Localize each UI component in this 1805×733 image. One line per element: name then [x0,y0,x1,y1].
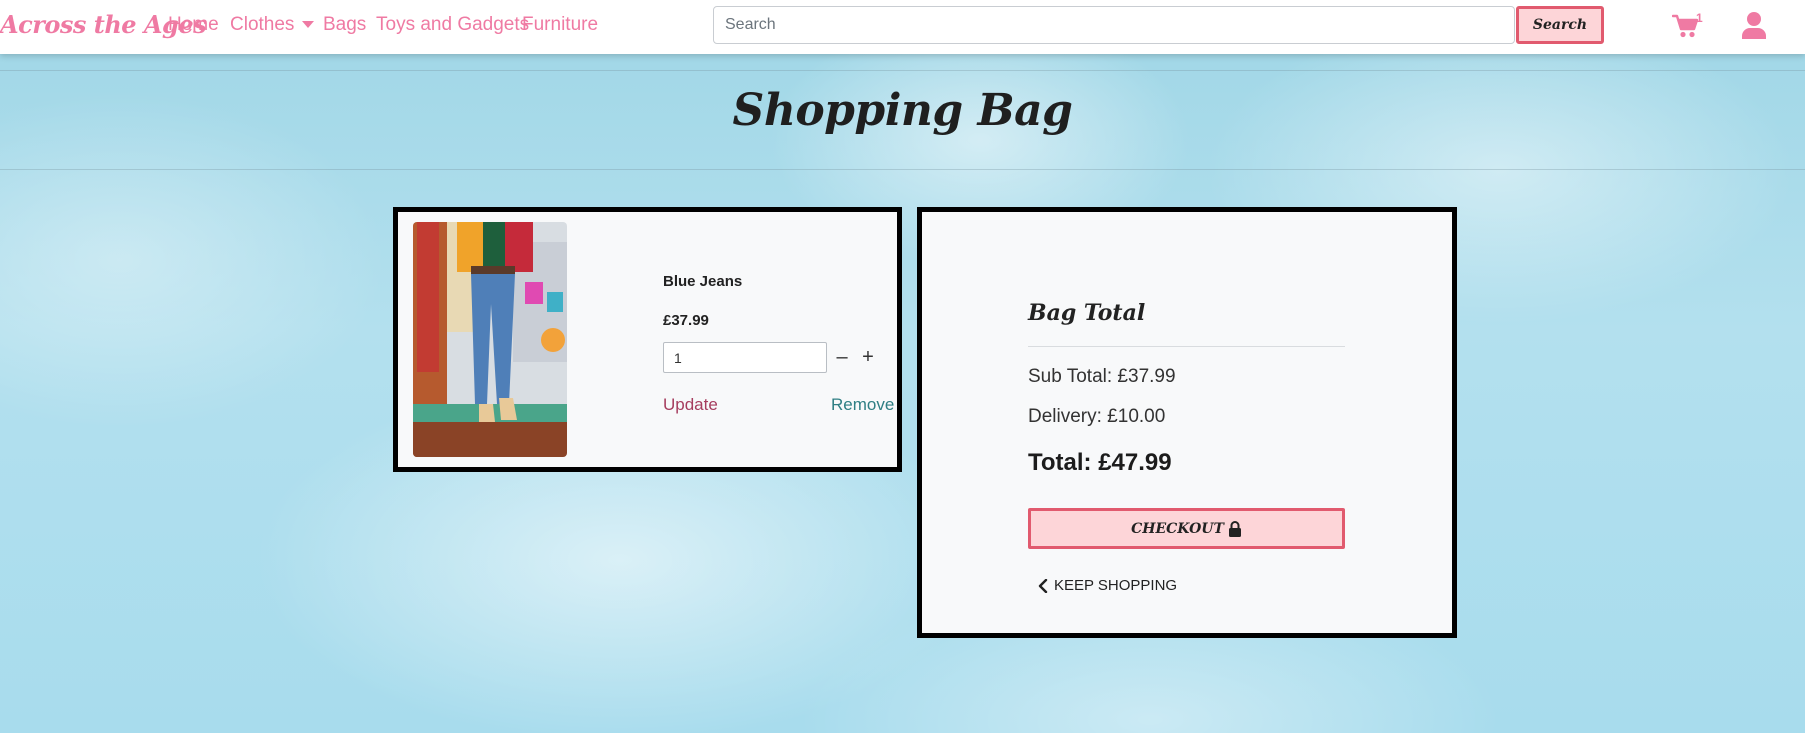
cart-count-badge: 1 [1696,11,1703,25]
nav-clothes-dropdown[interactable]: Clothes [230,14,315,36]
decrement-quantity-button[interactable]: – [831,344,853,370]
nav-toys-and-gadgets[interactable]: Toys and Gadgets [376,14,529,36]
checkout-label: CHECKOUT [1131,520,1224,537]
shopping-cart-link[interactable]: 1 [1671,11,1704,43]
caret-down-icon [302,21,315,29]
keep-shopping-label: KEEP SHOPPING [1054,577,1178,594]
top-navbar: Across the Ages Home Clothes Bags Toys a… [0,0,1805,54]
grand-total-text: Total: £47.99 [1028,449,1172,476]
divider [1028,346,1345,347]
lock-icon [1228,520,1241,537]
nav-clothes-label: Clothes [230,14,295,35]
remove-item-link[interactable]: Remove [831,395,894,415]
delivery-text: Delivery: £10.00 [1028,406,1166,427]
increment-quantity-button[interactable]: + [857,344,879,370]
chevron-left-icon [1038,578,1048,593]
user-icon [1742,12,1766,39]
bag-item-card: Blue Jeans £37.99 – + Update Remove [393,207,902,472]
page-header: Shopping Bag [0,70,1805,170]
product-name: Blue Jeans [663,273,743,290]
search-input[interactable] [713,6,1515,44]
bag-total-card: Bag Total Sub Total: £37.99 Delivery: £1… [917,207,1457,638]
subtotal-text: Sub Total: £37.99 [1028,366,1176,387]
nav-furniture[interactable]: Furniture [522,14,598,36]
product-price: £37.99 [663,312,709,329]
nav-home[interactable]: Home [168,14,219,36]
nav-bags[interactable]: Bags [323,14,366,36]
update-item-link[interactable]: Update [663,395,718,415]
bag-total-heading: Bag Total [1028,300,1146,326]
page-title: Shopping Bag [732,85,1073,136]
checkout-button[interactable]: CHECKOUT [1028,508,1345,549]
product-image[interactable] [413,222,567,457]
account-link[interactable] [1741,11,1767,39]
quantity-input[interactable] [663,342,827,373]
keep-shopping-link[interactable]: KEEP SHOPPING [1038,577,1177,594]
product-photo [413,222,567,457]
search-button[interactable]: Search [1516,6,1604,44]
